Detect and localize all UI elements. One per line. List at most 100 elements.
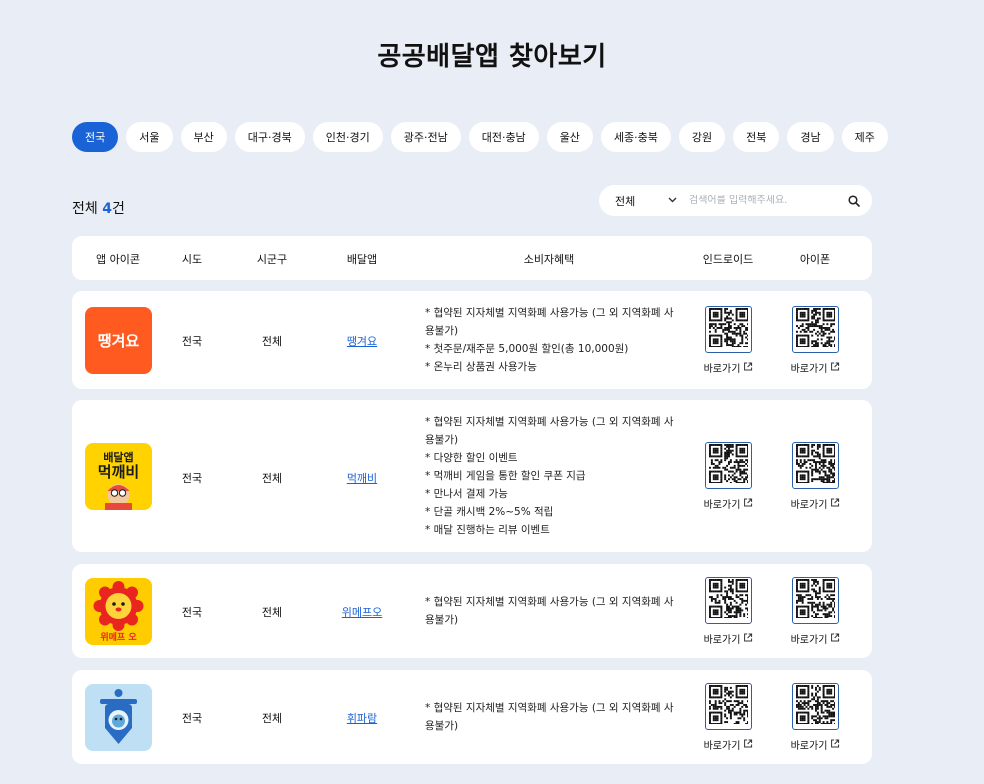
search-bar: 전체: [599, 185, 872, 216]
external-link-icon: [743, 498, 752, 510]
qr-code-pattern: [795, 684, 836, 725]
external-link-icon: [830, 633, 839, 645]
tab-region-gwangju-jeonnam[interactable]: 광주·전남: [390, 122, 461, 152]
android-go-link[interactable]: 바로가기: [704, 496, 753, 511]
page-title: 공공배달앱 찾아보기: [377, 42, 607, 72]
header-android: 인드로이드: [702, 253, 754, 266]
app-link-mukkebi[interactable]: 먹깨비: [347, 470, 377, 486]
row-sido: 전국: [181, 472, 203, 485]
mukkebi-logo-main: 먹깨비: [98, 463, 139, 481]
hwiparam-app-icon: [85, 684, 152, 751]
tab-region-daegu-gyeongbuk[interactable]: 대구·경북: [234, 122, 305, 152]
result-total: 전체 4건: [72, 198, 125, 218]
tab-region-gangwon[interactable]: 강원: [678, 122, 726, 152]
iphone-qr-code: [792, 306, 839, 353]
search-icon[interactable]: [846, 193, 862, 209]
result-count: 4: [102, 201, 112, 217]
search-input[interactable]: [689, 195, 846, 206]
android-go-link[interactable]: 바로가기: [704, 360, 753, 375]
external-link-icon: [830, 739, 839, 751]
iphone-go-link[interactable]: 바로가기: [791, 496, 840, 511]
benefits-list: * 협약된 지자체별 지역화폐 사용가능 (그 외 지역화폐 사용불가) * 첫…: [425, 304, 680, 376]
header-sido: 시도: [181, 253, 203, 266]
benefit-item: * 협약된 지자체별 지역화폐 사용가능 (그 외 지역화폐 사용불가): [425, 596, 674, 626]
row-sido: 전국: [181, 606, 203, 619]
table-row: 전국 전체 휘파람 * 협약된 지자체별 지역화폐 사용가능 (그 외 지역화폐…: [72, 670, 872, 764]
iphone-go-link[interactable]: 바로가기: [791, 360, 840, 375]
iphone-qr-code: [792, 577, 839, 624]
benefit-item: * 협약된 지자체별 지역화폐 사용가능 (그 외 지역화폐 사용불가): [425, 416, 674, 446]
search-category-select[interactable]: 전체: [615, 193, 677, 209]
row-sido: 전국: [181, 712, 203, 725]
tab-region-seoul[interactable]: 서울: [126, 122, 173, 152]
tab-region-sejong-chungbuk[interactable]: 세종·충북: [600, 122, 671, 152]
wemakeprice-o-app-icon: 위메프 오: [85, 578, 152, 645]
benefits-list: * 협약된 지자체별 지역화폐 사용가능 (그 외 지역화폐 사용불가): [425, 699, 680, 735]
benefit-item: * 단골 캐시백 2%~5% 적립: [425, 506, 554, 518]
tab-region-daejeon-chungnam[interactable]: 대전·충남: [468, 122, 539, 152]
tab-region-nationwide[interactable]: 전국: [72, 122, 119, 152]
android-qr-code: [705, 306, 752, 353]
tab-region-incheon-gyeonggi[interactable]: 인천·경기: [312, 122, 383, 152]
iphone-go-link[interactable]: 바로가기: [791, 631, 840, 646]
tab-region-jeonbuk[interactable]: 전북: [733, 122, 780, 152]
android-go-link[interactable]: 바로가기: [704, 737, 753, 752]
qr-code-pattern: [795, 578, 836, 619]
benefit-item: * 협약된 지자체별 지역화폐 사용가능 (그 외 지역화폐 사용불가): [425, 702, 674, 732]
table-header: 앱 아이콘 시도 시군구 배달앱 소비자혜택 인드로이드 아이폰: [72, 236, 872, 280]
benefits-list: * 협약된 지자체별 지역화폐 사용가능 (그 외 지역화폐 사용불가): [425, 593, 680, 629]
chevron-down-icon: [668, 195, 677, 206]
iphone-qr-code: [792, 442, 839, 489]
benefit-item: * 다양한 할인 이벤트: [425, 452, 518, 464]
benefit-item: * 먹깨비 게임을 통한 할인 쿠폰 지급: [425, 470, 586, 482]
row-sido: 전국: [181, 335, 203, 348]
qr-code-pattern: [795, 443, 836, 484]
android-qr-code: [705, 577, 752, 624]
tab-region-busan[interactable]: 부산: [180, 122, 227, 152]
iphone-go-link[interactable]: 바로가기: [791, 737, 840, 752]
qr-code-pattern: [708, 578, 749, 619]
benefit-item: * 매달 진행하는 리뷰 이벤트: [425, 524, 550, 536]
app-link-wemakeprice-o[interactable]: 위메프오: [342, 604, 382, 620]
header-app-icon: 앱 아이콘: [96, 253, 140, 266]
android-qr-code: [705, 683, 752, 730]
row-sigungu: 전체: [261, 712, 283, 725]
app-link-ttaenggyeoyo[interactable]: 땡겨요: [347, 333, 377, 349]
benefit-item: * 만나서 결제 가능: [425, 488, 508, 500]
result-total-label: 전체: [72, 201, 98, 217]
header-iphone: 아이폰: [799, 253, 831, 266]
qr-code-pattern: [795, 307, 836, 348]
qr-code-pattern: [708, 307, 749, 348]
qr-code-pattern: [708, 443, 749, 484]
table-row: 배달앱 먹깨비 전국 전체 먹깨비 * 협약된 지자체별 지역화폐 사용가능 (…: [72, 400, 872, 552]
wemakeprice-logo-text: 위메프 오: [100, 631, 137, 643]
mukkebi-logo-top: 배달앱: [103, 450, 133, 464]
benefit-item: * 첫주문/재주문 5,000원 할인(총 10,000원): [425, 343, 629, 355]
row-sigungu: 전체: [261, 335, 283, 348]
benefit-item: * 협약된 지자체별 지역화폐 사용가능 (그 외 지역화폐 사용불가): [425, 307, 674, 337]
benefits-list: * 협약된 지자체별 지역화폐 사용가능 (그 외 지역화폐 사용불가) * 다…: [425, 413, 680, 539]
external-link-icon: [743, 362, 752, 374]
android-go-link[interactable]: 바로가기: [704, 631, 753, 646]
tab-region-ulsan[interactable]: 울산: [546, 122, 593, 152]
tab-region-jeju[interactable]: 제주: [841, 122, 888, 152]
app-link-hwiparam[interactable]: 휘파람: [347, 710, 377, 726]
header-sigungu: 시군구: [256, 253, 288, 266]
benefit-item: * 온누리 상품권 사용가능: [425, 361, 537, 373]
external-link-icon: [830, 362, 839, 374]
ttaenggyeoyo-app-icon: 땡겨요: [85, 307, 152, 374]
ttaenggyeoyo-logo-text: 땡겨요: [98, 332, 140, 350]
qr-code-pattern: [708, 684, 749, 725]
mukkebi-app-icon: 배달앱 먹깨비: [85, 443, 152, 510]
android-qr-code: [705, 442, 752, 489]
search-category-value: 전체: [615, 194, 636, 208]
header-benefits: 소비자혜택: [523, 253, 575, 266]
row-sigungu: 전체: [261, 606, 283, 619]
result-unit: 건: [111, 201, 125, 217]
iphone-qr-code: [792, 683, 839, 730]
table-row: 땡겨요 전국 전체 땡겨요 * 협약된 지자체별 지역화폐 사용가능 (그 외 …: [72, 291, 872, 389]
header-app: 배달앱: [346, 253, 378, 266]
row-sigungu: 전체: [261, 472, 283, 485]
region-tabs: 전국 서울 부산 대구·경북 인천·경기 광주·전남 대전·충남 울산 세종·충…: [72, 122, 888, 152]
tab-region-gyeongnam[interactable]: 경남: [787, 122, 834, 152]
